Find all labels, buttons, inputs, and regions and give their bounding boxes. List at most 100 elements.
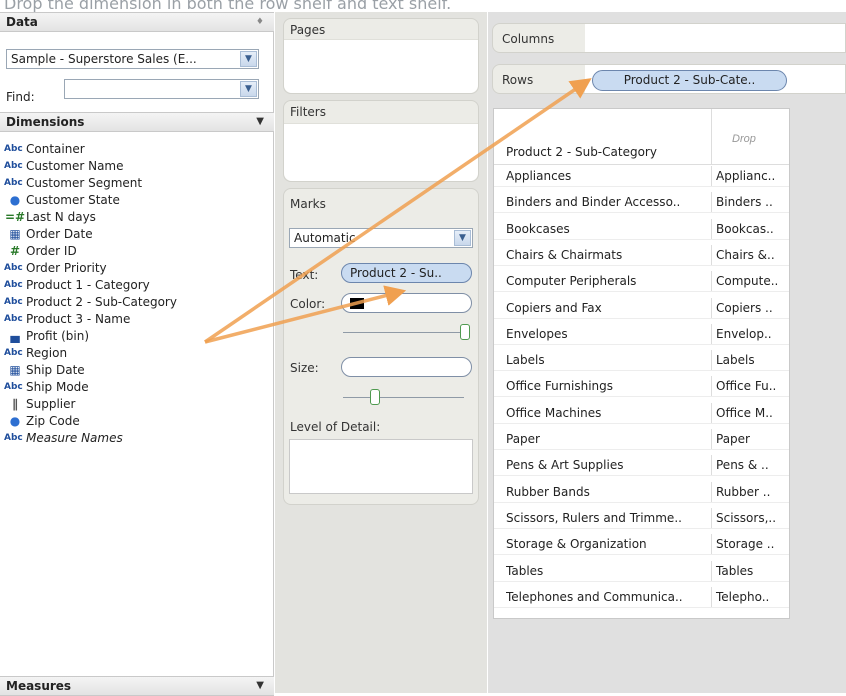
rows-shelf[interactable]: Rows Product 2 - Sub-Cate..	[492, 64, 846, 94]
table-row[interactable]: Binders and Binder Accesso.. Binders ..	[494, 192, 789, 214]
text-cell[interactable]: Labels	[711, 350, 789, 371]
mark-type-select[interactable]: Automatic ▼	[289, 228, 473, 248]
row-header-cell[interactable]: Pens & Art Supplies	[506, 458, 708, 472]
row-header-title[interactable]: Product 2 - Sub-Category	[506, 145, 657, 159]
columns-drop-area[interactable]	[585, 24, 845, 52]
text-cell[interactable]: Scissors,..	[711, 507, 789, 528]
text-cell[interactable]: Binders ..	[711, 192, 789, 213]
table-row[interactable]: Telephones and Communica.. Telepho..	[494, 586, 789, 608]
row-header-cell[interactable]: Chairs & Chairmats	[506, 248, 708, 262]
text-cell[interactable]: Chairs &..	[711, 244, 789, 265]
dimension-field[interactable]: Abc Product 1 - Category	[0, 276, 274, 293]
level-of-detail-drop-area[interactable]	[289, 439, 473, 494]
size-slider-knob[interactable]	[370, 389, 380, 405]
text-cell[interactable]: Bookcas..	[711, 218, 789, 239]
text-pill[interactable]: Product 2 - Su..	[341, 263, 472, 283]
dimension-field[interactable]: ● Zip Code	[0, 412, 274, 429]
row-header-cell[interactable]: Telephones and Communica..	[506, 590, 708, 604]
color-swatch[interactable]	[350, 298, 364, 309]
row-header-cell[interactable]: Binders and Binder Accesso..	[506, 195, 708, 209]
sort-icon[interactable]: ♦	[256, 17, 264, 27]
dimension-field[interactable]: Abc Product 3 - Name	[0, 310, 274, 327]
dimension-field[interactable]: Abc Order Priority	[0, 259, 274, 276]
pages-drop-area[interactable]	[284, 39, 478, 93]
dimension-field[interactable]: Abc Ship Mode	[0, 378, 274, 395]
text-cell[interactable]: Tables	[711, 560, 789, 581]
data-section-header[interactable]: Data ♦	[0, 12, 274, 32]
row-header-cell[interactable]: Tables	[506, 564, 708, 578]
dimension-field[interactable]: ● Customer State	[0, 191, 274, 208]
row-header-cell[interactable]: Labels	[506, 353, 708, 367]
dimension-field[interactable]: =# Last N days	[0, 208, 274, 225]
row-header-cell[interactable]: Scissors, Rulers and Trimme..	[506, 511, 708, 525]
size-shelf[interactable]	[341, 357, 472, 377]
dropdown-arrow-icon[interactable]: ▼	[256, 116, 264, 127]
table-row[interactable]: Bookcases Bookcas..	[494, 218, 789, 240]
text-cell[interactable]: Envelop..	[711, 323, 789, 344]
dimension-field[interactable]: Abc Measure Names	[0, 429, 274, 446]
chevron-down-icon[interactable]: ▼	[240, 51, 257, 67]
dropdown-arrow-icon[interactable]: ▼	[256, 680, 264, 691]
row-header-cell[interactable]: Rubber Bands	[506, 485, 708, 499]
text-cell[interactable]: Rubber ..	[711, 481, 789, 502]
table-row[interactable]: Pens & Art Supplies Pens & ..	[494, 455, 789, 477]
rows-pill[interactable]: Product 2 - Sub-Cate..	[592, 70, 787, 91]
view-table: Product 2 - Sub-Category Drop Appliances…	[493, 108, 790, 619]
text-cell[interactable]: Office M..	[711, 402, 789, 423]
dimensions-header[interactable]: Dimensions ▼	[0, 112, 274, 132]
table-row[interactable]: Storage & Organization Storage ..	[494, 534, 789, 556]
row-header-cell[interactable]: Appliances	[506, 169, 708, 183]
dimension-field[interactable]: ▦ Order Date	[0, 225, 274, 242]
find-input[interactable]: ▼	[64, 79, 259, 99]
dimension-field[interactable]: ▦ Ship Date	[0, 361, 274, 378]
text-cell[interactable]: Compute..	[711, 271, 789, 292]
text-cell[interactable]: Copiers ..	[711, 297, 789, 318]
pages-shelf[interactable]: Pages	[283, 18, 479, 94]
text-cell[interactable]: Pens & ..	[711, 455, 789, 476]
row-header-cell[interactable]: Envelopes	[506, 327, 708, 341]
row-header-cell[interactable]: Storage & Organization	[506, 537, 708, 551]
table-row[interactable]: Paper Paper	[494, 429, 789, 450]
row-header-cell[interactable]: Office Furnishings	[506, 379, 708, 393]
row-header-cell[interactable]: Paper	[506, 432, 708, 446]
table-row[interactable]: Envelopes Envelop..	[494, 323, 789, 345]
filters-shelf[interactable]: Filters	[283, 100, 479, 182]
table-row[interactable]: Office Machines Office M..	[494, 402, 789, 424]
rows-label: Rows	[502, 73, 534, 87]
table-row[interactable]: Office Furnishings Office Fu..	[494, 376, 789, 398]
text-cell[interactable]: Storage ..	[711, 534, 789, 555]
dimension-field[interactable]: Abc Customer Name	[0, 157, 274, 174]
dimension-field[interactable]: # Order ID	[0, 242, 274, 259]
row-header-cell[interactable]: Office Machines	[506, 406, 708, 420]
dimension-field[interactable]: Abc Region	[0, 344, 274, 361]
text-cell[interactable]: Applianc..	[711, 166, 789, 186]
table-row[interactable]: Appliances Applianc..	[494, 166, 789, 187]
drop-zone[interactable]: Drop	[711, 109, 789, 165]
table-row[interactable]: Copiers and Fax Copiers ..	[494, 297, 789, 319]
dimension-field[interactable]: ∥ Supplier	[0, 395, 274, 412]
text-cell[interactable]: Office Fu..	[711, 376, 789, 397]
filters-drop-area[interactable]	[284, 123, 478, 181]
chevron-down-icon[interactable]: ▼	[240, 81, 257, 97]
table-row[interactable]: Chairs & Chairmats Chairs &..	[494, 244, 789, 266]
dimension-field[interactable]: Abc Product 2 - Sub-Category	[0, 293, 274, 310]
chevron-down-icon[interactable]: ▼	[454, 230, 471, 246]
table-row[interactable]: Computer Peripherals Compute..	[494, 271, 789, 293]
abc-type-icon: Abc	[4, 313, 23, 324]
row-header-cell[interactable]: Bookcases	[506, 222, 708, 236]
columns-shelf[interactable]: Columns	[492, 23, 846, 53]
table-row[interactable]: Labels Labels	[494, 350, 789, 372]
dimension-field[interactable]: Abc Container	[0, 140, 274, 157]
dimension-field[interactable]: ▄ Profit (bin)	[0, 327, 274, 344]
dimension-field[interactable]: Abc Customer Segment	[0, 174, 274, 191]
table-row[interactable]: Rubber Bands Rubber ..	[494, 481, 789, 503]
row-header-cell[interactable]: Copiers and Fax	[506, 301, 708, 315]
color-slider-knob[interactable]	[460, 324, 470, 340]
measures-header[interactable]: Measures ▼	[0, 676, 274, 696]
table-row[interactable]: Scissors, Rulers and Trimme.. Scissors,..	[494, 507, 789, 529]
row-header-cell[interactable]: Computer Peripherals	[506, 274, 708, 288]
text-cell[interactable]: Paper	[711, 429, 789, 449]
table-row[interactable]: Tables Tables	[494, 560, 789, 582]
text-cell[interactable]: Telepho..	[711, 586, 789, 607]
data-source-select[interactable]: Sample - Superstore Sales (E... ▼	[6, 49, 259, 69]
